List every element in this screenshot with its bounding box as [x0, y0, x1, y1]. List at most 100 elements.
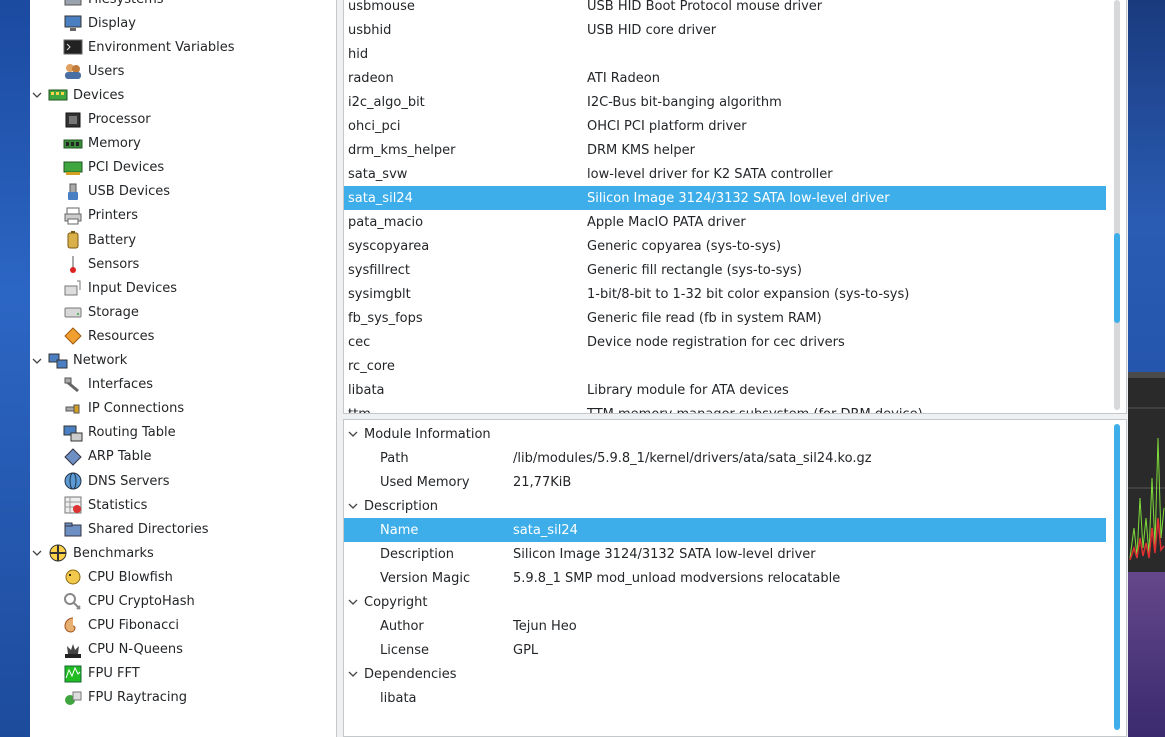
module-row[interactable]: rc_core: [344, 354, 1106, 378]
module-row[interactable]: radeon ATI Radeon: [344, 66, 1106, 90]
details-row[interactable]: Path/lib/modules/5.9.8_1/kernel/drivers/…: [344, 446, 1106, 470]
details-row[interactable]: Description Silicon Image 3124/3132 SATA …: [344, 542, 1106, 566]
details-row[interactable]: Name sata_sil24: [344, 518, 1106, 542]
chevron-down-icon[interactable]: [30, 88, 44, 102]
module-row[interactable]: sata_svw low-level driver for K2 SATA con…: [344, 162, 1106, 186]
tree-item-cpu-fibonacci[interactable]: CPU Fibonacci: [63, 614, 179, 638]
tree-item-label: PCI Devices: [88, 160, 165, 176]
chevron-down-icon[interactable]: [347, 596, 359, 608]
tree-item-usb-devices[interactable]: USB Devices: [63, 180, 170, 204]
detail-key: Description: [380, 546, 455, 562]
module-row[interactable]: ohci_pci OHCI PCI platform driver: [344, 114, 1106, 138]
modules-scroll-track[interactable]: [1114, 0, 1120, 410]
tree-item-label: FPU Raytracing: [88, 690, 188, 706]
module-row[interactable]: hid: [344, 42, 1106, 66]
tree-item-fpu-fft[interactable]: FPU FFT: [63, 662, 140, 686]
chevron-down-icon[interactable]: [347, 668, 359, 680]
tree-item-memory[interactable]: Memory: [63, 132, 141, 156]
module-description: DRM KMS helper: [587, 142, 695, 158]
tree-item-pci-devices[interactable]: PCI Devices: [63, 156, 164, 180]
display-icon: [63, 13, 83, 33]
tree-item-cpu-cryptohash[interactable]: CPU CryptoHash: [63, 590, 195, 614]
benchmarks-icon: [48, 543, 68, 563]
module-row[interactable]: sysfillrect Generic fill rectangle (sys-t…: [344, 258, 1106, 282]
tree-item-statistics[interactable]: Statistics: [63, 493, 147, 517]
module-row[interactable]: fb_sys_fops Generic file read (fb in syst…: [344, 306, 1106, 330]
module-row[interactable]: cec Device node registration for cec driv…: [344, 330, 1106, 354]
tree-item-arp-table[interactable]: ARP Table: [63, 445, 152, 469]
detail-key: Used Memory: [380, 474, 470, 490]
details-row[interactable]: Version Magic 5.9.8_1 SMP mod_unload modv…: [344, 566, 1106, 590]
tree-item-cpu-blowfish[interactable]: CPU Blowfish: [63, 565, 173, 589]
tree-item-network[interactable]: Network: [30, 349, 127, 373]
module-description: Generic copyarea (sys-to-sys): [587, 238, 782, 254]
tree-item-ip-connections[interactable]: IP Connections: [63, 397, 184, 421]
module-description: Silicon Image 3124/3132 SATA low-level d…: [587, 190, 890, 206]
tree-item-printers[interactable]: Printers: [63, 204, 138, 228]
details-row[interactable]: Author Tejun Heo: [344, 614, 1106, 638]
details-section-header[interactable]: Module Information: [344, 422, 1106, 446]
module-row[interactable]: i2c_algo_bit I2C-Bus bit-banging algorith…: [344, 90, 1106, 114]
kernel-modules-list[interactable]: ttm TTM memory manager subsystem (for DRM…: [343, 0, 1127, 414]
module-name: cec: [348, 334, 371, 350]
module-row[interactable]: syscopyarea Generic copyarea (sys-to-sys): [344, 234, 1106, 258]
tree-item-interfaces[interactable]: Interfaces: [63, 373, 153, 397]
tree-item-label: Battery: [88, 232, 137, 248]
details-row[interactable]: License GPL: [344, 638, 1106, 662]
arp-icon: [63, 447, 83, 467]
tree-item-cpu-n-queens[interactable]: CPU N-Queens: [63, 638, 183, 662]
tree-item-label: USB Devices: [88, 184, 171, 200]
module-description: 1-bit/8-bit to 1-32 bit color expansion …: [587, 286, 910, 302]
tree-item-label: Benchmarks: [73, 545, 154, 561]
tree-item-users[interactable]: Users: [63, 59, 124, 83]
tree-item-input-devices[interactable]: Input Devices: [63, 276, 177, 300]
tree-item-display[interactable]: Display: [63, 11, 136, 35]
tree-item-benchmarks[interactable]: Benchmarks: [30, 541, 154, 565]
details-section-header[interactable]: Description: [344, 494, 1106, 518]
tree-item-shared-directories[interactable]: Shared Directories: [63, 517, 209, 541]
module-row[interactable]: drm_kms_helper DRM KMS helper: [344, 138, 1106, 162]
detail-value: GPL: [513, 642, 539, 658]
module-name: hid: [348, 46, 369, 62]
chevron-down-icon[interactable]: [347, 428, 359, 440]
tree-item-label: Routing Table: [88, 425, 176, 441]
tree-item-resources[interactable]: Resources: [63, 324, 154, 348]
details-section-header[interactable]: Copyright: [344, 590, 1106, 614]
detail-key: Version Magic: [380, 570, 471, 586]
module-row[interactable]: usbmouse USB HID Boot Protocol mouse driv…: [344, 0, 1106, 18]
tree-item-label: Resources: [88, 328, 155, 344]
routing-icon: [63, 423, 83, 443]
tree-item-routing-table[interactable]: Routing Table: [63, 421, 176, 445]
resources-icon: [63, 326, 83, 346]
tree-item-battery[interactable]: Battery: [63, 228, 136, 252]
details-scrollbar[interactable]: [1114, 424, 1120, 730]
battery-icon: [63, 230, 83, 250]
module-row[interactable]: libata Library module for ATA devices: [344, 378, 1106, 402]
chevron-down-icon[interactable]: [30, 546, 44, 560]
category-tree[interactable]: Filesystems Display Environment Variables U…: [30, 0, 337, 737]
statistics-icon: [63, 495, 83, 515]
tree-item-dns-servers[interactable]: DNS Servers: [63, 469, 170, 493]
module-row[interactable]: usbhid USB HID core driver: [344, 18, 1106, 42]
tree-item-environment-variables[interactable]: Environment Variables: [63, 35, 235, 59]
module-name: radeon: [348, 70, 394, 86]
tree-item-label: Memory: [88, 136, 141, 152]
module-row[interactable]: ttm TTM memory manager subsystem (for DRM…: [344, 402, 1106, 414]
tree-item-fpu-raytracing[interactable]: FPU Raytracing: [63, 686, 187, 710]
details-row[interactable]: libata: [344, 686, 1106, 710]
tree-item-filesystems[interactable]: Filesystems: [63, 0, 164, 11]
tree-item-sensors[interactable]: Sensors: [63, 252, 139, 276]
tree-item-devices[interactable]: Devices: [30, 83, 124, 107]
tree-item-processor[interactable]: Processor: [63, 108, 151, 132]
tree-item-storage[interactable]: Storage: [63, 300, 139, 324]
details-row[interactable]: Used Memory 21,77KiB: [344, 470, 1106, 494]
module-details[interactable]: libata Dependencies License GPL Author Tejun …: [343, 419, 1127, 737]
chevron-down-icon[interactable]: [347, 500, 359, 512]
module-description: Device node registration for cec drivers: [587, 334, 845, 350]
module-row[interactable]: sata_sil24 Silicon Image 3124/3132 SATA l…: [344, 186, 1106, 210]
details-section-header[interactable]: Dependencies: [344, 662, 1106, 686]
modules-scrollbar[interactable]: [1114, 233, 1120, 323]
module-row[interactable]: sysimgblt 1-bit/8-bit to 1-32 bit color e…: [344, 282, 1106, 306]
module-row[interactable]: pata_macio Apple MacIO PATA driver: [344, 210, 1106, 234]
chevron-down-icon[interactable]: [30, 354, 44, 368]
